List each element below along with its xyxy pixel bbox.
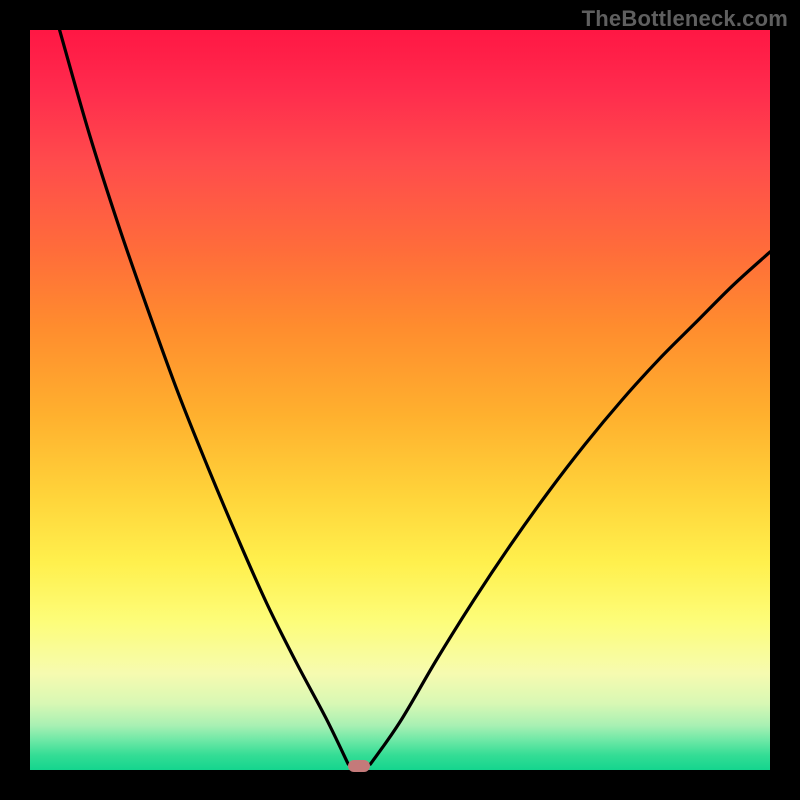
watermark-text: TheBottleneck.com <box>582 6 788 32</box>
minimum-marker <box>348 760 370 772</box>
curve-svg <box>30 30 770 770</box>
curve-left-branch <box>60 30 349 764</box>
curve-right-branch <box>370 252 770 764</box>
plot-frame <box>30 30 770 770</box>
